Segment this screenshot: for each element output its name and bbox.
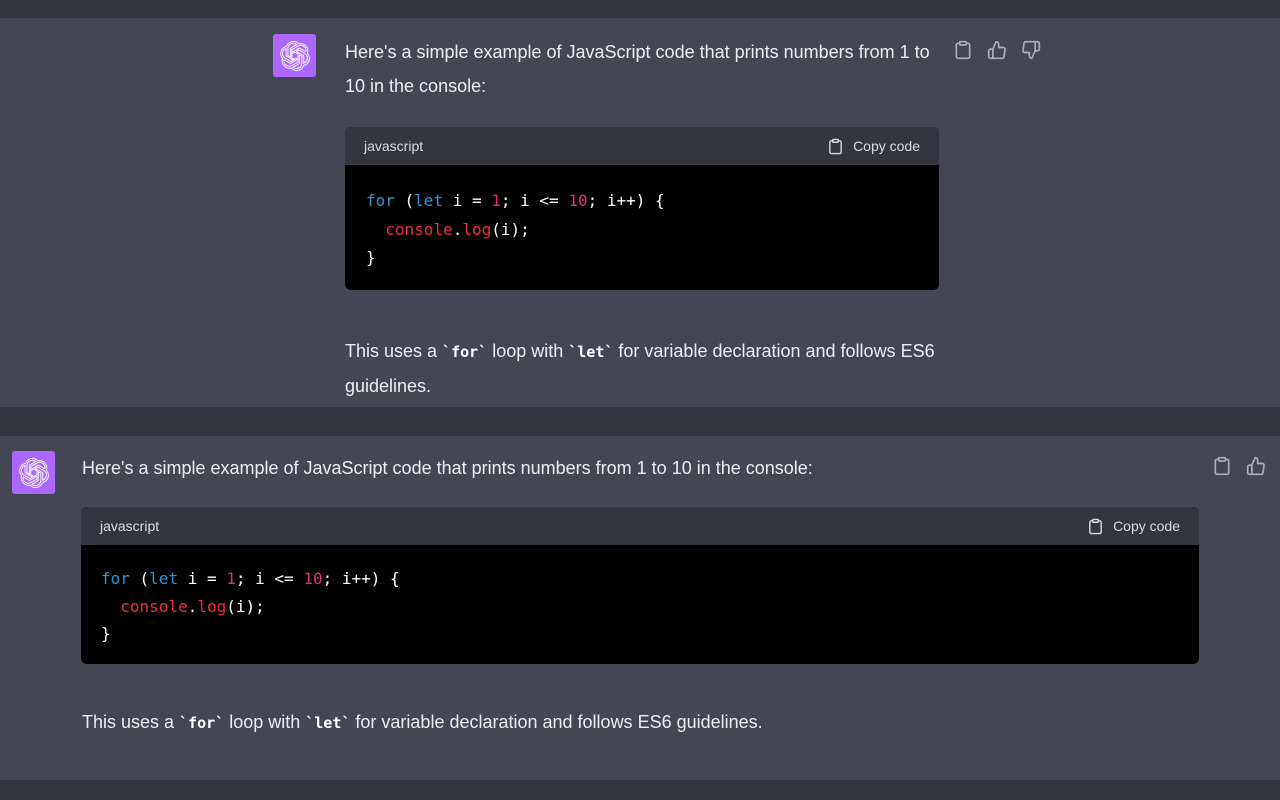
inline-code: `let` <box>568 343 614 361</box>
outro-text: loop with <box>224 712 306 732</box>
code-block-header: javascript Copy code <box>345 127 939 165</box>
copy-message-button[interactable] <box>953 40 973 60</box>
code-block: javascript Copy code for (let i = 1; i <… <box>81 507 1199 664</box>
copy-code-button[interactable]: Copy code <box>1087 518 1180 535</box>
code-token: (i); <box>491 219 530 239</box>
code-token: i = <box>443 191 492 210</box>
code-token: ( <box>129 569 150 588</box>
assistant-message-2: Here's a simple example of JavaScript co… <box>0 436 1280 780</box>
thumbs-down-icon <box>1022 40 1041 60</box>
code-token: 1 <box>226 569 236 588</box>
inline-code: `for` <box>179 714 225 732</box>
message-outro: This uses a `for` loop with `let` for va… <box>345 334 945 403</box>
thumbs-up-icon <box>987 40 1006 60</box>
copy-message-button[interactable] <box>1212 456 1232 476</box>
assistant-message-1: Here's a simple example of JavaScript co… <box>0 18 1280 407</box>
openai-logo-icon <box>12 451 55 494</box>
code-token: log <box>462 219 492 239</box>
message-intro: Here's a simple example of JavaScript co… <box>82 458 813 478</box>
thumbs-up-icon <box>1246 456 1265 476</box>
message-actions <box>953 40 1041 60</box>
code-token: 10 <box>568 191 588 210</box>
code-token: ; i <= <box>235 569 304 588</box>
copy-code-label: Copy code <box>1113 518 1180 534</box>
code-token: } <box>366 248 376 267</box>
code-token: console <box>120 596 188 616</box>
thumbs-up-button[interactable] <box>1246 456 1266 476</box>
message-outro: This uses a `for` loop with `let` for va… <box>82 705 1182 740</box>
code-block: javascript Copy code for (let i = 1; i <… <box>345 127 939 290</box>
code-token: for <box>366 191 395 210</box>
openai-logo-icon <box>273 34 316 77</box>
code-token: console <box>385 219 453 239</box>
code-token: ; i++) { <box>587 191 665 210</box>
code-token: 1 <box>491 191 501 210</box>
code-language-label: javascript <box>100 518 160 534</box>
code-token: ; i <= <box>500 191 569 210</box>
code-token: i = <box>178 569 227 588</box>
thumbs-down-button[interactable] <box>1021 40 1041 60</box>
code-token: log <box>197 596 227 616</box>
code-token: . <box>187 596 198 616</box>
code-token: } <box>101 624 111 643</box>
inline-code: `for` <box>442 343 488 361</box>
copy-code-label: Copy code <box>853 138 920 154</box>
code-token: (i); <box>226 596 265 616</box>
inline-code: `let` <box>305 714 351 732</box>
code-block-header: javascript Copy code <box>81 507 1199 545</box>
code-content: for (let i = 1; i <= 10; i++) { console.… <box>345 165 939 290</box>
thumbs-up-button[interactable] <box>987 40 1007 60</box>
code-token: 10 <box>303 569 323 588</box>
code-token: . <box>452 219 463 239</box>
clipboard-icon <box>1089 518 1102 534</box>
code-token: ( <box>394 191 415 210</box>
clipboard-icon <box>829 138 842 154</box>
outro-text: for variable declaration and follows ES6… <box>350 712 763 732</box>
code-token: for <box>101 569 130 588</box>
code-token: let <box>149 569 179 588</box>
outro-text: This uses a <box>82 712 180 732</box>
clipboard-icon <box>1214 456 1230 476</box>
code-token: let <box>414 191 444 210</box>
outro-text: loop with <box>487 341 569 361</box>
message-intro: Here's a simple example of JavaScript co… <box>345 42 930 96</box>
code-content: for (let i = 1; i <= 10; i++) { console.… <box>81 545 1199 664</box>
outro-text: This uses a <box>345 341 443 361</box>
copy-code-button[interactable]: Copy code <box>827 138 920 155</box>
message-actions <box>1212 456 1266 476</box>
clipboard-icon <box>955 40 971 60</box>
code-token: ; i++) { <box>322 569 400 588</box>
code-language-label: javascript <box>364 138 424 154</box>
